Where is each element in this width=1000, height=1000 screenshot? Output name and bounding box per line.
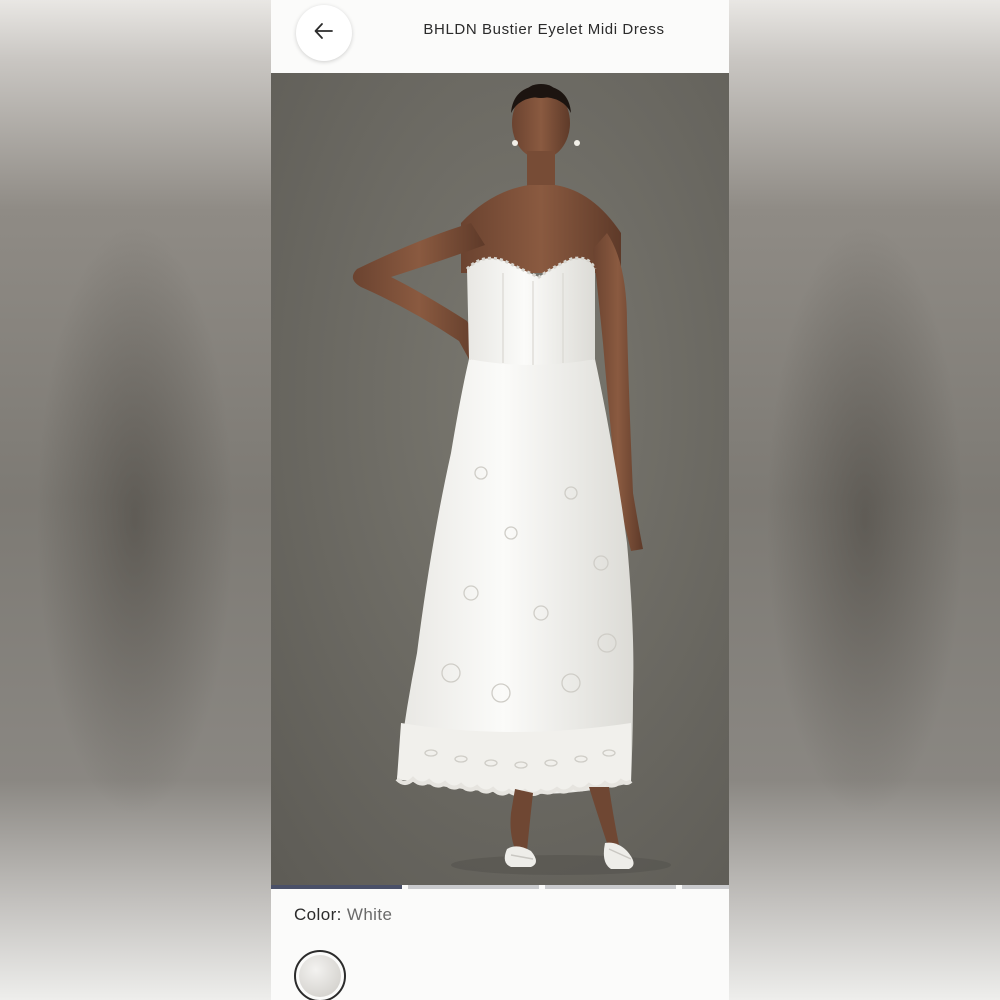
indicator-slide-2[interactable] xyxy=(408,885,539,889)
color-selection-label: Color: White xyxy=(294,905,392,925)
app-screen: BHLDN Bustier Eyelet Midi Dress Color: W… xyxy=(271,0,729,1000)
indicator-slide-4[interactable] xyxy=(682,885,729,889)
back-button[interactable] xyxy=(296,5,352,61)
color-value: White xyxy=(346,905,393,924)
product-title: BHLDN Bustier Eyelet Midi Dress xyxy=(423,21,665,38)
swatch-fill xyxy=(299,955,341,997)
color-label: Color: xyxy=(294,905,342,924)
arrow-left-icon xyxy=(312,19,336,48)
indicator-slide-3[interactable] xyxy=(545,885,676,889)
indicator-slide-1[interactable] xyxy=(271,885,402,889)
top-bar: BHLDN Bustier Eyelet Midi Dress xyxy=(271,0,729,73)
product-image[interactable] xyxy=(271,73,729,885)
color-swatch-white[interactable] xyxy=(294,950,346,1000)
gallery-page-indicator xyxy=(271,885,729,890)
